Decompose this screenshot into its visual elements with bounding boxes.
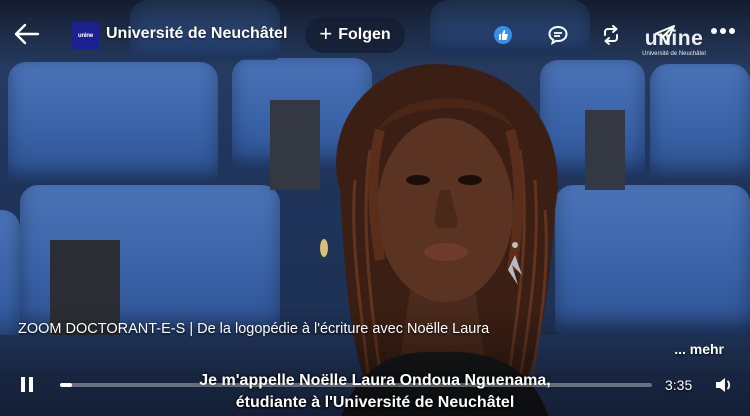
repost-button[interactable] bbox=[598, 22, 624, 48]
volume-icon bbox=[716, 378, 731, 392]
like-icon bbox=[494, 26, 512, 44]
seat-frame bbox=[585, 110, 625, 190]
watermark-subtext: Université de Neuchâtel bbox=[642, 51, 706, 57]
channel-logo[interactable]: unine bbox=[72, 22, 99, 49]
arrow-left-icon bbox=[14, 23, 40, 45]
watermark-logo: unine bbox=[644, 27, 704, 50]
channel-logo-text: unine bbox=[78, 32, 93, 39]
subtitle-line-2: étudiante à l'Université de Neuchâtel bbox=[235, 394, 515, 411]
progress-bar[interactable] bbox=[60, 383, 652, 387]
seat bbox=[8, 62, 218, 182]
plus-icon: + bbox=[319, 21, 333, 46]
more-link[interactable]: ... mehr bbox=[674, 341, 724, 357]
follow-label: Folgen bbox=[338, 26, 391, 43]
video-player[interactable]: unine Université de Neuchâtel + Folgen u… bbox=[0, 0, 750, 416]
video-title: ZOOM DOCTORANT-E-S | De la logopédie à l… bbox=[18, 321, 490, 337]
pause-button[interactable] bbox=[18, 376, 36, 394]
channel-name[interactable]: Université de Neuchâtel bbox=[106, 25, 287, 43]
unine-watermark: unine Université de Neuchâtel bbox=[624, 28, 724, 57]
comment-button[interactable] bbox=[545, 22, 571, 48]
repost-icon bbox=[604, 25, 618, 45]
comment-icon bbox=[548, 25, 568, 46]
volume-button[interactable] bbox=[714, 376, 734, 394]
time-remaining: 3:35 bbox=[665, 377, 693, 393]
subtitle-line-1: Je m'appelle Noëlle Laura Ondoua Nguenam… bbox=[199, 372, 551, 389]
seat bbox=[650, 64, 750, 179]
like-button[interactable] bbox=[490, 22, 516, 48]
follow-button[interactable]: + Folgen bbox=[305, 17, 405, 53]
progress-fill bbox=[60, 383, 72, 387]
back-button[interactable] bbox=[12, 22, 40, 46]
